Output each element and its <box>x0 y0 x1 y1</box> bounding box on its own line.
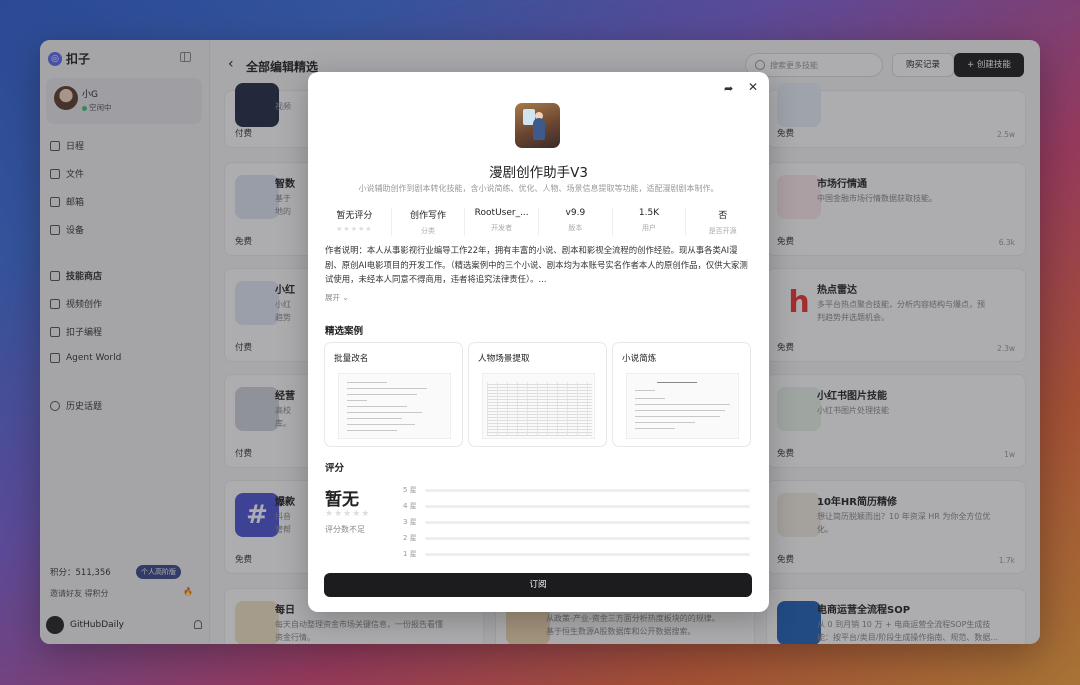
rating-row-5: 5 星 <box>403 485 750 495</box>
stat-value: RootUser_... <box>474 208 529 218</box>
case-preview-image <box>626 373 739 439</box>
stat-label: 开发者 <box>491 224 513 232</box>
rating-bar <box>425 553 750 556</box>
stat-label: 用户 <box>642 224 657 232</box>
case-label: 小说简炼 <box>622 354 657 364</box>
rating-row-2: 2 星 <box>403 533 750 543</box>
skill-cover-image <box>515 103 560 148</box>
stat-users: 1.5K 用户 <box>613 208 687 236</box>
stat-value: 创作写作 <box>410 211 447 221</box>
stat-label: 是否开源 <box>708 227 737 235</box>
subscribe-button[interactable]: 订阅 <box>324 573 752 597</box>
expand-link[interactable]: 展开 ⌄ <box>325 292 349 303</box>
stat-value: v9.9 <box>565 208 586 218</box>
stat-developer[interactable]: RootUser_... 开发者 <box>465 208 540 236</box>
case-label: 批量改名 <box>334 354 369 364</box>
stat-value: 暂无评分 <box>336 211 373 221</box>
stat-label: 版本 <box>568 224 583 232</box>
stat-value: 否 <box>718 211 728 221</box>
share-icon[interactable]: ➦ <box>724 82 733 95</box>
stat-version: v9.9 版本 <box>539 208 613 236</box>
rating-bar <box>425 537 750 540</box>
case-preview-image <box>482 373 595 439</box>
rating-stars-icon: ★★★★★ <box>325 509 371 519</box>
featured-cases-heading: 精选案例 <box>325 326 364 337</box>
rating-bar <box>425 521 750 524</box>
case-label: 人物场景提取 <box>478 354 530 364</box>
stat-value: 1.5K <box>638 208 660 218</box>
close-icon[interactable]: ✕ <box>748 80 758 94</box>
rating-row-1: 1 星 <box>403 549 750 559</box>
rating-bar <box>425 489 750 492</box>
case-preview-image <box>338 373 451 439</box>
rating-row-4: 4 星 <box>403 501 750 511</box>
rating-heading: 评分 <box>325 463 345 474</box>
rating-stars-icon: ★★★★★ <box>336 225 373 233</box>
rating-value: 暂无 <box>325 490 359 510</box>
skill-title: 漫剧创作助手V3 <box>489 165 588 181</box>
stat-open-source: 否是否开源 <box>686 208 759 236</box>
rating-bar <box>425 505 750 508</box>
rating-row-3: 3 星 <box>403 517 750 527</box>
skill-stats: 暂无评分 ★★★★★ 创作写作 分类 RootUser_... 开发者 v9.9 版本 … <box>318 208 759 236</box>
author-description: 作者说明：本人从事影视行业编导工作22年，拥有丰富的小说、剧本和影视全流程的创作… <box>325 245 748 285</box>
stat-rating: 暂无评分 ★★★★★ <box>318 208 392 236</box>
skill-subtitle: 小说辅助创作到剧本转化技能，含小说简练、优化、人物、场景信息提取等功能，适配漫剧… <box>358 184 719 193</box>
rating-note: 评分数不足 <box>325 525 365 534</box>
rating-row-label: 4 星 <box>403 502 417 510</box>
rating-row-label: 3 星 <box>403 518 417 526</box>
rating-row-label: 1 星 <box>403 550 417 558</box>
skill-detail-modal: ➦ ✕ 漫剧创作助手V3 小说辅助创作到剧本转化技能，含小说简练、优化、人物、场… <box>308 72 769 612</box>
case-card-character-scene[interactable]: 人物场景提取 <box>468 342 607 447</box>
rating-row-label: 5 星 <box>403 486 417 494</box>
rating-row-label: 2 星 <box>403 534 417 542</box>
stat-category: 创作写作 分类 <box>392 208 466 236</box>
stat-label: 分类 <box>421 227 435 235</box>
case-card-novel-condense[interactable]: 小说简炼 <box>612 342 751 447</box>
case-card-batch-rename[interactable]: 批量改名 <box>324 342 463 447</box>
